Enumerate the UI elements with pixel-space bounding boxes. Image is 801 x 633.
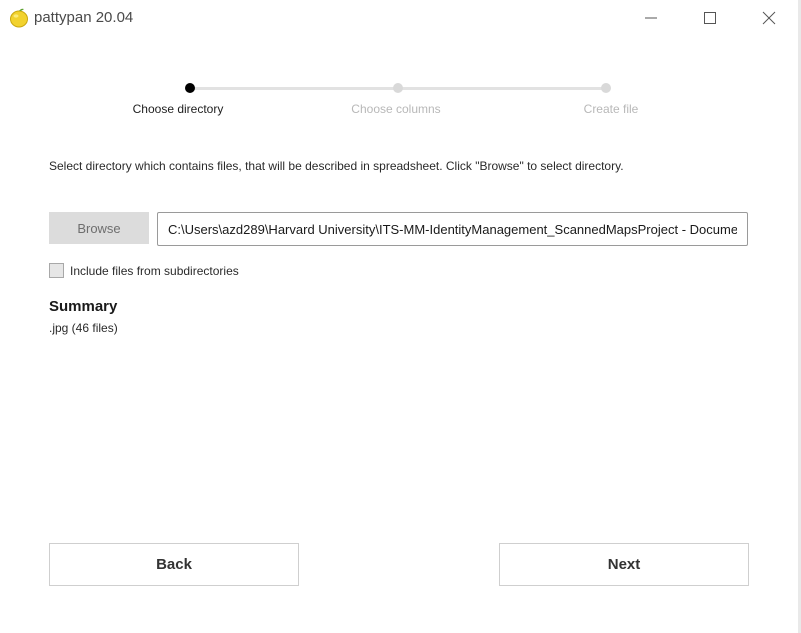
summary-heading: Summary — [49, 298, 118, 315]
step-dot-create-file — [601, 83, 611, 93]
include-subdirectories-label: Include files from subdirectories — [70, 264, 239, 278]
maximize-button[interactable] — [681, 0, 739, 36]
browse-button[interactable]: Browse — [49, 212, 149, 244]
app-window: pattypan 20.04 Choose directory Choose c… — [0, 0, 798, 633]
step-label-choose-columns: Choose columns — [351, 102, 441, 116]
step-label-choose-directory: Choose directory — [132, 102, 224, 116]
title-bar: pattypan 20.04 — [0, 0, 798, 36]
maximize-icon — [704, 12, 716, 24]
step-label-create-file: Create file — [583, 102, 639, 116]
wizard-stepper: Choose directory Choose columns Create f… — [0, 76, 798, 126]
next-button[interactable]: Next — [499, 543, 749, 586]
instructions-text: Select directory which contains files, t… — [49, 159, 624, 173]
step-dot-choose-directory — [185, 83, 195, 93]
summary-value: .jpg (46 files) — [49, 321, 118, 335]
close-button[interactable] — [740, 0, 798, 36]
minimize-icon — [645, 17, 657, 19]
step-dot-choose-columns — [393, 83, 403, 93]
directory-path-input[interactable] — [157, 212, 748, 246]
minimize-button[interactable] — [622, 0, 680, 36]
window-title: pattypan 20.04 — [34, 9, 134, 26]
lemon-icon — [8, 7, 30, 29]
include-subdirectories-checkbox[interactable] — [49, 263, 64, 278]
back-button[interactable]: Back — [49, 543, 299, 586]
close-icon — [762, 11, 776, 25]
